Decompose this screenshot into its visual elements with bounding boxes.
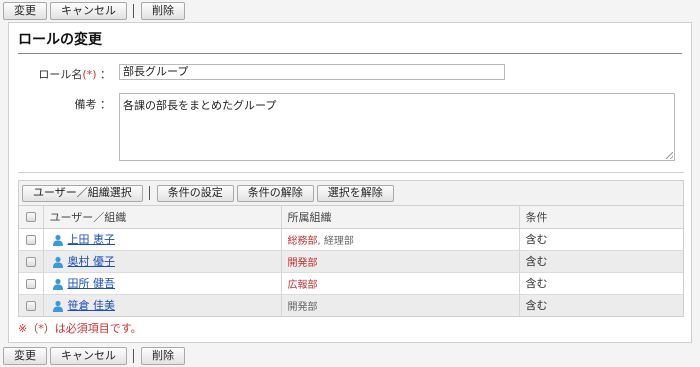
note-textarea[interactable]: 各課の部長をまとめたグループ xyxy=(119,93,675,161)
deselect-button[interactable]: 選択を解除 xyxy=(316,184,394,202)
table-header-row: ユーザー／組織 所属組織 条件 xyxy=(19,206,683,229)
resize-handle[interactable] xyxy=(666,152,673,159)
set-condition-button[interactable]: 条件の設定 xyxy=(156,184,234,202)
row-checkbox[interactable] xyxy=(25,234,36,245)
org-cell: 開発部 xyxy=(281,294,520,316)
user-cell: 上田 恵子 xyxy=(43,228,282,251)
page-title: ロールの変更 xyxy=(18,29,682,54)
org-name: 開発部 xyxy=(287,301,318,313)
divider xyxy=(18,172,684,173)
table-row[interactable]: 笹倉 佳美 開発部 含む xyxy=(19,294,683,316)
delete-button[interactable]: 削除 xyxy=(141,2,185,20)
org-cell: 開発部 xyxy=(281,250,520,273)
member-toolbar: ユーザー／組織選択 条件の設定 条件の解除 選択を解除 xyxy=(19,181,683,206)
label-colon: ： xyxy=(100,68,111,81)
org-extra: , 経理部 xyxy=(317,235,354,247)
row-checkbox-cell xyxy=(19,250,44,273)
table-row[interactable]: 奥村 優子 開発部 含む xyxy=(19,250,683,273)
org-name: 総務部 xyxy=(287,235,318,247)
table-row[interactable]: 上田 恵子 総務部, 経理部 含む xyxy=(19,228,683,251)
select-all-checkbox[interactable] xyxy=(25,212,36,223)
condition-cell: 含む xyxy=(519,250,683,273)
column-header-org: 所属組織 xyxy=(281,206,520,229)
note-text: 各課の部長をまとめたグループ xyxy=(123,99,277,112)
condition-cell: 含む xyxy=(519,228,683,251)
toolbar-separator xyxy=(133,349,134,363)
cancel-button[interactable]: キャンセル xyxy=(50,2,127,20)
row-checkbox-cell xyxy=(19,272,44,295)
required-mark: (*) xyxy=(82,68,97,81)
row-checkbox[interactable] xyxy=(25,300,36,311)
row-checkbox-cell xyxy=(19,294,44,316)
org-cell: 総務部, 経理部 xyxy=(281,228,520,251)
column-header-condition: 条件 xyxy=(519,206,683,229)
select-users-button[interactable]: ユーザー／組織選択 xyxy=(22,184,143,202)
user-icon xyxy=(52,301,63,313)
member-list: ユーザー／組織選択 条件の設定 条件の解除 選択を解除 ユーザー／組織 所属組織… xyxy=(18,180,684,317)
note-label-text: 備考 xyxy=(74,98,97,111)
change-button[interactable]: 変更 xyxy=(3,2,47,20)
delete-button[interactable]: 削除 xyxy=(141,347,185,365)
required-footnote: ※（*）は必須項目です。 xyxy=(18,322,142,335)
top-toolbar: 変更 キャンセル 削除 xyxy=(0,0,188,22)
user-icon xyxy=(52,256,63,268)
role-edit-panel: ロールの変更 ロール名(*) ： 部長グループ 備考 ： 各課の部長をまとめたグ… xyxy=(8,22,692,343)
cancel-button[interactable]: キャンセル xyxy=(50,347,127,365)
select-all-cell xyxy=(19,206,44,229)
condition-cell: 含む xyxy=(519,272,683,295)
note-label: 備考 ： xyxy=(11,96,112,112)
column-header-user: ユーザー／組織 xyxy=(43,206,282,229)
user-cell: 奥村 優子 xyxy=(43,250,282,273)
role-name-label: ロール名(*) ： xyxy=(11,66,111,82)
user-link[interactable]: 笹倉 佳美 xyxy=(68,299,116,312)
toolbar-separator xyxy=(148,186,150,200)
bottom-toolbar: 変更 キャンセル 削除 xyxy=(0,345,188,367)
member-table: ユーザー／組織 所属組織 条件 上田 恵子 総務部, 経理部 含む 奥村 優子 開発部含… xyxy=(19,206,683,316)
user-icon xyxy=(52,278,63,290)
user-link[interactable]: 上田 恵子 xyxy=(68,233,116,246)
clear-condition-button[interactable]: 条件の解除 xyxy=(236,184,314,202)
table-row[interactable]: 田所 健吾 広報部 含む xyxy=(19,272,683,295)
user-link[interactable]: 奥村 優子 xyxy=(68,255,116,268)
toolbar-separator xyxy=(133,4,134,18)
change-button[interactable]: 変更 xyxy=(3,347,47,365)
user-link[interactable]: 田所 健吾 xyxy=(68,277,116,290)
role-name-label-text: ロール名 xyxy=(38,68,83,81)
org-name: 開発部 xyxy=(287,257,318,269)
row-checkbox[interactable] xyxy=(25,256,36,267)
org-cell: 広報部 xyxy=(281,272,520,295)
label-colon: ： xyxy=(100,98,111,111)
role-name-input[interactable]: 部長グループ xyxy=(119,64,505,80)
user-cell: 田所 健吾 xyxy=(43,272,282,295)
user-icon xyxy=(52,234,63,246)
org-name: 広報部 xyxy=(287,279,318,291)
row-checkbox[interactable] xyxy=(25,278,36,289)
user-cell: 笹倉 佳美 xyxy=(43,294,282,316)
condition-cell: 含む xyxy=(519,294,683,316)
row-checkbox-cell xyxy=(19,228,44,251)
